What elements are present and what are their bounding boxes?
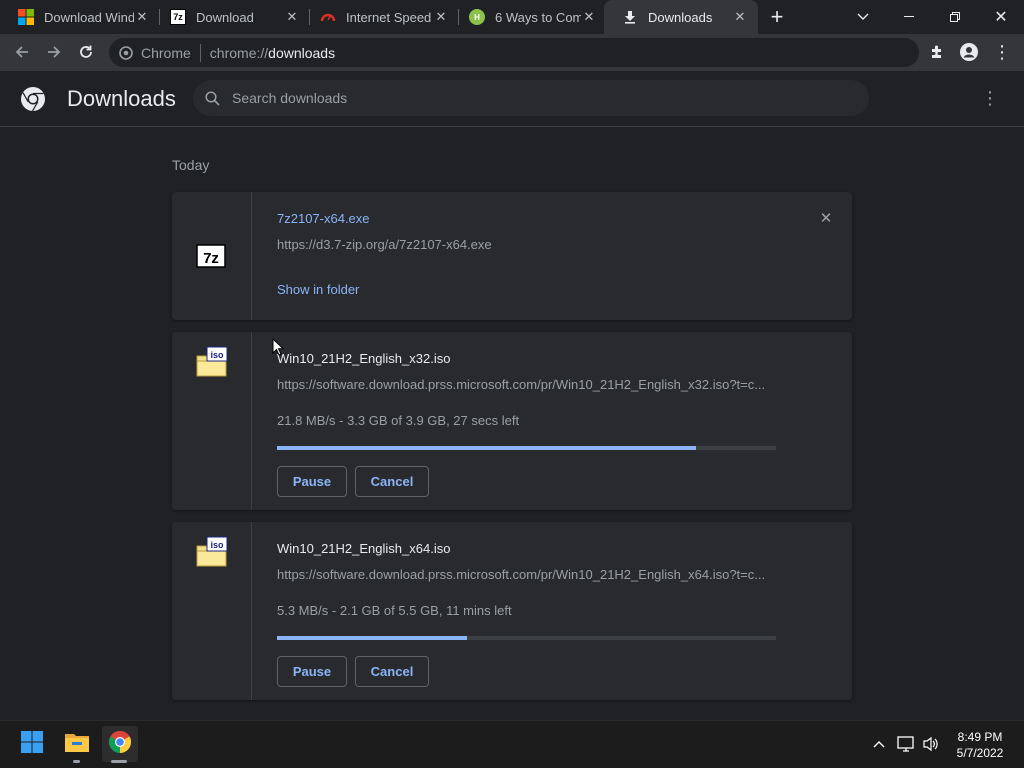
download-filename[interactable]: 7z2107-x64.exe <box>277 211 370 226</box>
progress-fill <box>277 636 467 640</box>
tab-title: Download Windows 10 <box>44 9 134 25</box>
download-status: 21.8 MB/s - 3.3 GB of 3.9 GB, 27 secs le… <box>277 413 520 428</box>
back-button[interactable] <box>7 37 37 67</box>
site-icon: H <box>469 9 485 25</box>
tab-search-chevron-icon[interactable] <box>840 0 886 34</box>
windows-logo-icon <box>18 9 34 25</box>
chrome-icon <box>108 730 132 759</box>
restore-button[interactable] <box>932 0 978 34</box>
speedometer-icon <box>320 9 336 25</box>
tab-download-windows[interactable]: Download Windows 10 ✕ <box>0 0 160 34</box>
download-url: https://software.download.prss.microsoft… <box>277 377 766 392</box>
chrome-site-icon <box>119 45 133 60</box>
reload-button[interactable] <box>71 37 101 67</box>
search-input[interactable] <box>232 90 832 106</box>
tab-downloads[interactable]: Downloads ✕ <box>604 0 758 34</box>
taskbar-clock[interactable]: 8:49 PM 5/7/2022 <box>944 729 1016 761</box>
download-filename[interactable]: Win10_21H2_English_x32.iso <box>277 351 450 366</box>
start-button[interactable] <box>14 726 50 762</box>
search-bar <box>193 80 869 116</box>
new-tab-button[interactable]: + <box>759 0 795 34</box>
download-url: https://software.download.prss.microsoft… <box>277 567 766 582</box>
cancel-button[interactable]: Cancel <box>355 466 429 497</box>
clock-date: 5/7/2022 <box>956 746 1004 760</box>
date-group-label: Today <box>172 157 210 173</box>
url-scheme: chrome:// <box>209 44 269 61</box>
tab-close-icon[interactable]: ✕ <box>134 9 150 25</box>
extensions-icon[interactable] <box>922 37 952 67</box>
download-status: 5.3 MB/s - 2.1 GB of 5.5 GB, 11 mins lef… <box>277 603 512 618</box>
iso-file-icon: iso <box>196 346 228 378</box>
tab-7zip-download[interactable]: 7z Download ✕ <box>152 0 310 34</box>
7zip-icon: 7z <box>170 9 186 25</box>
show-in-folder-link[interactable]: Show in folder <box>277 282 359 297</box>
chrome-logo-icon <box>20 86 46 112</box>
download-progress-bar <box>277 636 776 640</box>
tab-title: Internet Speed Test <box>346 9 433 25</box>
downloads-menu-icon[interactable]: ⋮ <box>980 88 1000 108</box>
url-host: downloads <box>268 44 336 61</box>
mouse-cursor-icon <box>272 337 285 361</box>
menu-kebab-icon[interactable]: ⋮ <box>987 37 1017 67</box>
download-icon <box>622 9 638 25</box>
svg-text:iso: iso <box>210 350 224 360</box>
download-url: https://d3.7-zip.org/a/7z2107-x64.exe <box>277 237 492 252</box>
search-icon <box>205 90 220 106</box>
tab-strip: Download Windows 10 ✕ 7z Download ✕ Inte… <box>0 0 1024 34</box>
tab-close-icon[interactable]: ✕ <box>732 9 748 25</box>
download-item: 7z 7z2107-x64.exe https://d3.7-zip.org/a… <box>172 192 852 320</box>
tab-speed-test[interactable]: Internet Speed Test ✕ <box>302 0 459 34</box>
forward-button[interactable] <box>39 37 69 67</box>
download-item: iso Win10_21H2_English_x64.iso https://s… <box>172 522 852 700</box>
site-label: Chrome <box>141 44 191 61</box>
tab-title: Downloads <box>648 9 713 25</box>
chrome-taskbar-button[interactable] <box>102 726 138 762</box>
tab-close-icon[interactable]: ✕ <box>581 9 597 25</box>
close-window-button[interactable]: ✕ <box>978 0 1024 34</box>
download-progress-bar <box>277 446 776 450</box>
svg-text:iso: iso <box>210 540 224 550</box>
volume-icon[interactable] <box>922 735 940 753</box>
folder-icon <box>64 731 90 758</box>
iso-file-icon: iso <box>196 536 228 568</box>
pause-button[interactable]: Pause <box>277 656 347 687</box>
remove-close-icon[interactable]: ✕ <box>818 210 834 227</box>
chrome-indicator <box>111 760 127 763</box>
clock-time: 8:49 PM <box>957 730 1003 744</box>
file-explorer-button[interactable] <box>59 726 95 762</box>
download-filename[interactable]: Win10_21H2_English_x64.iso <box>277 541 450 556</box>
show-hidden-icons-chevron-icon[interactable] <box>870 735 888 753</box>
page-title: Downloads <box>67 86 176 111</box>
progress-fill <box>277 446 697 450</box>
tab-close-icon[interactable]: ✕ <box>433 9 449 25</box>
address-bar[interactable]: Chrome chrome://downloads <box>109 38 919 67</box>
svg-text:7z: 7z <box>203 250 219 267</box>
tab-title: 6 Ways to Compare <box>495 9 581 25</box>
tab-title: Download <box>196 9 254 25</box>
windows-start-icon <box>20 730 44 759</box>
tab-6-ways[interactable]: H 6 Ways to Compare ✕ <box>451 0 607 34</box>
cancel-button[interactable]: Cancel <box>355 656 429 687</box>
minimize-button[interactable] <box>886 0 932 34</box>
pause-button[interactable]: Pause <box>277 466 347 497</box>
explorer-indicator <box>73 760 80 763</box>
network-icon[interactable] <box>897 735 915 753</box>
profile-avatar-icon[interactable] <box>954 37 984 67</box>
tab-close-icon[interactable]: ✕ <box>284 9 300 25</box>
7zip-file-icon: 7z <box>196 244 228 276</box>
